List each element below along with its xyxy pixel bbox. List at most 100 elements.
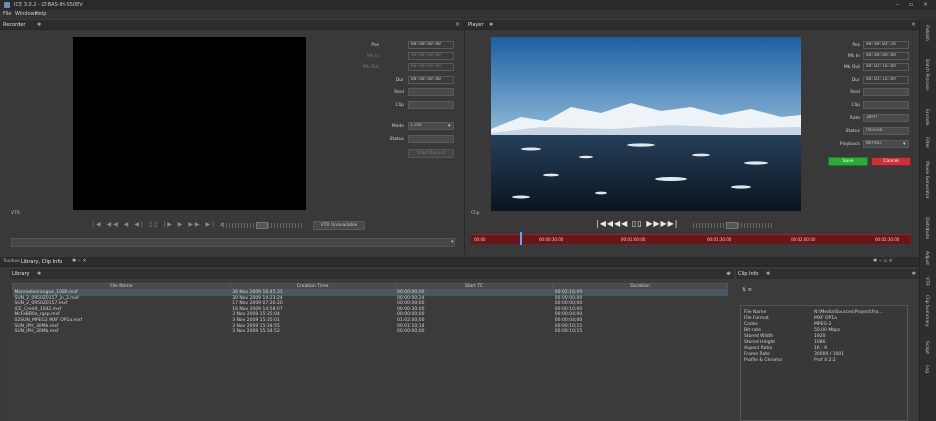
rec-pos-label: Pos [371, 43, 379, 48]
timeline-mark: 00:00:30:00 [539, 237, 564, 242]
info-row: Profile & Chroma Prof 4:2:2 [742, 357, 908, 363]
pin-icon[interactable]: ✱ [37, 271, 41, 277]
rec-mkout-field[interactable]: 00:00:00:00 [408, 63, 454, 71]
rec-dur-field[interactable]: 00:00:00:00 [408, 76, 454, 84]
player-rate-label: Rate [849, 116, 860, 121]
rec-mkout-label: Mk Out [362, 65, 379, 70]
pin-icon[interactable]: ✱ [489, 22, 493, 28]
side-tab-distribute[interactable]: Distribute [924, 217, 929, 239]
side-tab-clip-summary[interactable]: Clip Summary [924, 295, 929, 327]
pin-icon[interactable]: ✱ [766, 271, 770, 277]
glacier-image [491, 37, 801, 211]
menu-windows[interactable]: Windows [15, 11, 37, 17]
recorder-video [73, 37, 306, 210]
recorder-scrub-bar[interactable] [11, 238, 455, 247]
menu-file[interactable]: File [3, 11, 11, 17]
clipinfo-table: File Name N:\Media\Sources\Project\Fro...… [742, 309, 908, 363]
player-mkin-label: Mk In [847, 54, 860, 59]
side-tab-strip: Publish Batch Process Encode Filter Movi… [919, 19, 936, 421]
rec-mode-label: Mode [391, 124, 404, 129]
info-key: Profile & Chroma [744, 357, 783, 363]
player-clip-label: Clip [471, 211, 480, 216]
table-row[interactable]: SUN_IPH_30Mb.mxf 3 Nov 2009 15:34:52 00:… [13, 329, 728, 335]
player-pos-field[interactable]: 00:00:04:28 [863, 41, 909, 49]
dock-controls[interactable]: ✱ ‒ ▫ × [873, 258, 893, 264]
cancel-button[interactable]: Cancel [871, 157, 911, 166]
side-tab-encode[interactable]: Encode [924, 109, 929, 126]
tab-library-clip-info[interactable]: Library, Clip Info [21, 259, 62, 265]
rec-pos-field[interactable]: 00:00:00:00 [408, 41, 454, 49]
cell-file-name: SUN_IPH_30Mb.mxf [14, 329, 59, 335]
player-reel-field[interactable] [863, 88, 909, 96]
lower-tab-bar: Toolbox Library, Clip Info ✱ ‒ × ✱ ‒ ▫ × [0, 257, 919, 267]
player-timeline[interactable]: 00:00 00:00:30:00 00:01:00:00 00:01:30:0… [471, 232, 911, 245]
side-tab-adjust[interactable]: Adjust [924, 251, 929, 265]
tab-controls[interactable]: ✱ ‒ × [72, 258, 87, 264]
player-mkin-field[interactable]: 00:00:00:00 [863, 52, 909, 60]
chevron-left-icon[interactable]: ◂ [726, 271, 729, 277]
title-bar: ICE 3.0.2 - LT-BAS-IH-S50EV – ▫ × [0, 0, 936, 10]
side-tab-log[interactable]: Log [924, 365, 929, 373]
side-tab-script[interactable]: Script [924, 341, 929, 354]
window-controls[interactable]: – ▫ × [896, 1, 932, 8]
player-status-label: Status [845, 129, 860, 134]
close-icon[interactable]: × [911, 21, 916, 28]
player-mkout-field[interactable]: 00:02:16:09 [863, 63, 909, 71]
rec-mkin-field[interactable]: 00:00:00:00 [408, 52, 454, 60]
info-value: Prof 4:2:2 [814, 357, 836, 363]
timeline-mark: 00:02:30:00 [875, 237, 900, 242]
window-title: ICE 3.0.2 - LT-BAS-IH-S50EV [14, 2, 83, 8]
recorder-header: Recorder ✱ × [0, 20, 464, 30]
cell-creation-time: 3 Nov 2009 15:34:52 [232, 329, 280, 335]
rec-clip-label: Clip [395, 103, 405, 108]
rec-status-field [408, 135, 454, 143]
player-dur-label: Dur [851, 78, 860, 83]
timeline-mark: 00:01:30:00 [707, 237, 732, 242]
pin-icon[interactable]: ✱ [912, 271, 916, 277]
player-playback-label: Playback [839, 142, 860, 147]
menu-bar: File Windows Help [0, 10, 936, 19]
player-jog-handle[interactable] [726, 222, 738, 229]
recorder-title: Recorder [3, 22, 26, 28]
rec-status-label: Status [389, 137, 404, 142]
side-tab-movie-generator[interactable]: Movie Generator [924, 161, 929, 199]
player-reel-label: Reel [850, 90, 860, 95]
menu-help[interactable]: Help [35, 11, 46, 17]
player-status-field: Paused [863, 127, 909, 135]
rec-clip-field[interactable] [408, 101, 454, 109]
recorder-transport[interactable]: |◀ ◀◀ ◀ ◀| ▯▯ |▶ ▶ ▶▶ ▶| ⏏ [92, 221, 228, 228]
start-record-button[interactable]: Start Record [408, 149, 454, 158]
player-transport[interactable]: |◀◀◀◀ ▯▯ ▶▶▶▶| [596, 219, 679, 228]
player-pos-label: Pos [852, 43, 860, 48]
tab-toolbox[interactable]: Toolbox [3, 259, 20, 264]
player-rate-field[interactable]: 30FP [863, 114, 909, 122]
rec-reel-field[interactable] [408, 88, 454, 96]
jog-handle[interactable] [256, 222, 268, 229]
player-dur-field[interactable]: 00:02:16:09 [863, 76, 909, 84]
player-title: Player [468, 22, 484, 28]
app-icon [4, 2, 10, 8]
rec-reel-label: Reel [394, 90, 404, 95]
player-clip-field[interactable] [863, 101, 909, 109]
player-mkout-label: Mk Out [843, 65, 860, 70]
playhead[interactable] [520, 232, 522, 245]
side-tab-filter[interactable]: Filter [924, 137, 929, 148]
chevron-down-icon: ▾ [448, 123, 451, 129]
cell-duration: 00:00:10;15 [554, 329, 583, 335]
sort-icon[interactable]: ⇅ ≡ [742, 287, 752, 293]
vtr-status-button[interactable]: VTR Unavailable [313, 221, 365, 230]
cell-start-tc: 00:00:00;00 [397, 329, 425, 335]
rec-mkin-label: Mk In [366, 54, 379, 59]
chevron-down-icon[interactable]: ▾ [451, 239, 454, 245]
player-clip-label: Clip [851, 103, 861, 108]
rec-dur-label: Dur [395, 78, 404, 83]
side-tab-publish[interactable]: Publish [924, 25, 929, 41]
close-icon[interactable]: × [455, 21, 460, 28]
save-button[interactable]: Save [828, 157, 868, 166]
chevron-down-icon: ▾ [903, 141, 906, 147]
pin-icon[interactable]: ✱ [37, 22, 41, 28]
clipinfo-header: Clip Info ✱ ✱ [736, 269, 919, 279]
side-tab-vtr[interactable]: VTR [924, 277, 929, 286]
side-tab-batch-process[interactable]: Batch Process [924, 59, 929, 90]
library-header: Library ✱ ✱ [10, 269, 734, 279]
